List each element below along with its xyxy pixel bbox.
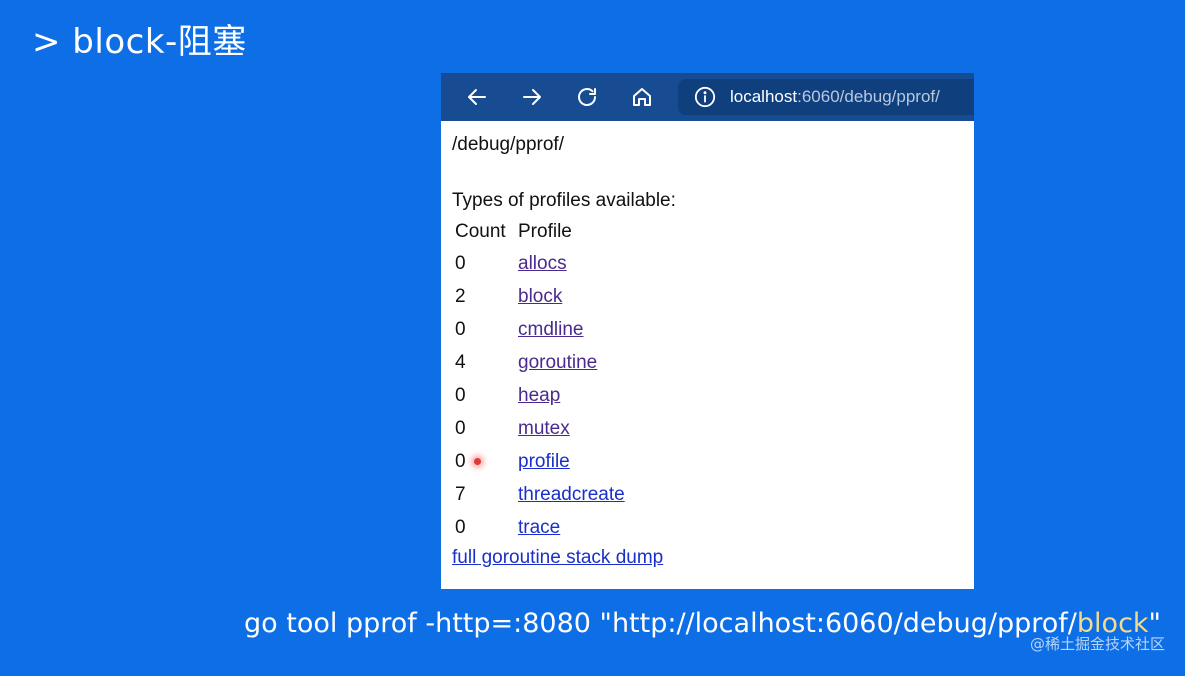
count-header: Count [455,221,506,242]
table-row: 0 allocs [452,248,625,281]
command-line: go tool pprof -http=:8080 "http://localh… [244,608,1161,639]
types-label: Types of profiles available: [452,190,676,211]
full-goroutine-dump-link[interactable]: full goroutine stack dump [452,547,963,569]
profile-link-allocs[interactable]: allocs [518,253,567,274]
profile-cell: threadcreate [515,479,625,512]
page-heading: /debug/pprof/ [452,134,564,155]
profile-count: 0 [455,451,466,472]
table-header-row: Count Profile [452,218,625,248]
profile-cell: cmdline [515,314,625,347]
profile-cell: heap [515,380,625,413]
table-row: 7 threadcreate [452,479,625,512]
profile-count: 7 [455,484,466,505]
table-row: 0 mutex [452,413,625,446]
table-row: 0 trace [452,512,625,545]
profile-link-mutex[interactable]: mutex [518,418,570,439]
table-row: 0 cmdline [452,314,625,347]
profile-link-block[interactable]: block [518,286,562,307]
profile-cell: goroutine [515,347,625,380]
profile-cell: allocs [515,248,625,281]
address-bar[interactable]: localhost:6060/debug/pprof/ [678,79,974,115]
profile-count: 0 [455,418,466,439]
page-content: /debug/pprof/ Types of profiles availabl… [441,121,974,579]
profile-count: 0 [455,319,466,340]
reload-icon[interactable] [573,83,601,111]
profile-count: 0 [455,385,466,406]
forward-arrow-icon[interactable] [518,83,546,111]
profile-count: 4 [455,352,466,373]
mouse-cursor-indicator [474,458,481,465]
url-path: :6060/debug/pprof/ [797,87,940,106]
url-host: localhost [730,87,798,106]
profile-count: 0 [455,253,466,274]
profile-cell: mutex [515,413,625,446]
footer-watermark: @稀土掘金技术社区 [1029,635,1165,653]
profile-link-threadcreate[interactable]: threadcreate [518,484,625,505]
table-row: 2 block [452,281,625,314]
profile-cell: trace [515,512,625,545]
profile-header: Profile [518,221,572,242]
command-prefix: go tool pprof -http=:8080 "http://localh… [244,608,1077,639]
browser-toolbar: localhost:6060/debug/pprof/ [441,73,974,121]
profile-count: 0 [455,517,466,538]
home-icon[interactable] [628,83,656,111]
table-row: 0 heap [452,380,625,413]
profile-count: 2 [455,286,466,307]
browser-window: localhost:6060/debug/pprof/ /debug/pprof… [441,73,974,589]
slide-title: > block-阻塞 [32,22,247,62]
profile-link-profile[interactable]: profile [518,451,570,472]
profiles-table: Count Profile 0 allocs 2 block 0 cmdline [452,218,625,545]
profile-cell: profile [515,446,625,479]
back-arrow-icon[interactable] [463,83,491,111]
table-row: 4 goroutine [452,347,625,380]
address-url: localhost:6060/debug/pprof/ [730,87,940,107]
profile-link-cmdline[interactable]: cmdline [518,319,583,340]
info-icon[interactable] [694,86,716,108]
profile-cell: block [515,281,625,314]
profile-link-goroutine[interactable]: goroutine [518,352,597,373]
profile-link-heap[interactable]: heap [518,385,560,406]
profile-link-trace[interactable]: trace [518,517,560,538]
